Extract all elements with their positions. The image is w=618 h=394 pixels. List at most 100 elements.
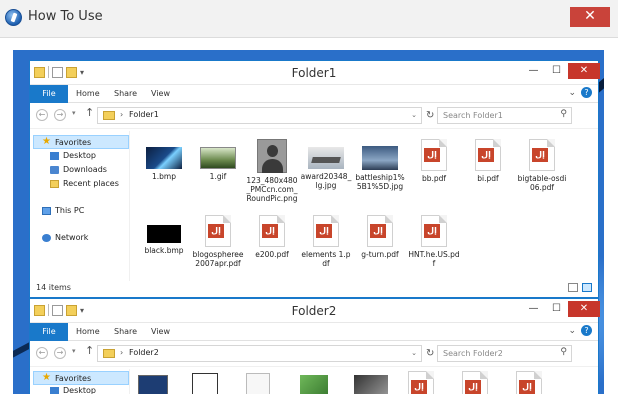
refresh-icon[interactable]: ↻: [426, 348, 434, 359]
help-icon[interactable]: ?: [581, 325, 592, 336]
file-name: g-turn.pdf: [361, 250, 399, 259]
tab-view[interactable]: View: [151, 89, 170, 98]
nav-favorites[interactable]: ★ Favorites: [33, 135, 129, 149]
desktop-icon: [50, 151, 59, 160]
image-thumbnail[interactable]: [192, 373, 218, 394]
file-item[interactable]: إل elements 1.pdf: [300, 215, 352, 268]
nav-label: This PC: [55, 206, 85, 215]
pdf-icon[interactable]: إل: [462, 371, 488, 394]
image-thumbnail[interactable]: [354, 375, 388, 394]
close-button[interactable]: ✕: [570, 7, 610, 27]
search-icon[interactable]: ⚲: [560, 109, 567, 119]
file-item[interactable]: black.bmp: [138, 215, 190, 255]
image-thumbnail[interactable]: [300, 375, 328, 394]
document-icon[interactable]: [246, 373, 270, 394]
up-button[interactable]: ↑: [85, 344, 94, 357]
refresh-icon[interactable]: ↻: [426, 110, 434, 121]
address-box[interactable]: › Folder1 ⌄: [97, 107, 422, 124]
large-icons-view-icon[interactable]: [582, 283, 592, 292]
status-bar: 14 items: [30, 279, 598, 297]
file-item[interactable]: 123_480x480_PMCcn.com_RoundPic.png: [246, 139, 298, 203]
address-box[interactable]: › Folder2 ⌄: [97, 345, 422, 362]
minimize-button[interactable]: —: [522, 301, 545, 317]
file-name: e200.pdf: [255, 250, 289, 259]
pdf-badge: إل: [532, 148, 548, 162]
file-name: HNT.he.US.pdf: [408, 250, 460, 268]
nav-recent-places[interactable]: Recent places: [50, 179, 119, 188]
file-name: black.bmp: [144, 246, 184, 255]
search-input[interactable]: Search Folder1 ⚲: [437, 107, 572, 124]
nav-favorites[interactable]: ★ Favorites: [33, 371, 129, 385]
nav-label: Desktop: [63, 151, 96, 160]
file-item[interactable]: إل e200.pdf: [246, 215, 298, 259]
search-input[interactable]: Search Folder2 ⚲: [437, 345, 572, 362]
tab-view[interactable]: View: [151, 327, 170, 336]
breadcrumb[interactable]: Folder2: [129, 348, 159, 357]
chevron-down-icon[interactable]: ⌄: [411, 349, 417, 357]
file-name: 1.gif: [209, 172, 227, 181]
pdf-badge: إل: [424, 224, 440, 238]
tab-file[interactable]: File: [30, 323, 68, 341]
ribbon: File Home Share View ⌄ ?: [30, 323, 598, 341]
tab-home[interactable]: Home: [76, 327, 100, 336]
minimize-button[interactable]: —: [522, 63, 545, 79]
file-item[interactable]: إل g-turn.pdf: [354, 215, 406, 259]
help-icon[interactable]: ?: [581, 87, 592, 98]
search-placeholder: Search Folder1: [443, 111, 503, 120]
outer-title-bar: How To Use ✕: [0, 0, 618, 38]
file-item[interactable]: 1.bmp: [138, 139, 190, 181]
tab-home[interactable]: Home: [76, 89, 100, 98]
explorer-window-folder1: ▾ Folder1 — ☐ ✕ File Home Share View ⌄ ?…: [29, 60, 600, 298]
chevron-down-icon[interactable]: ⌄: [411, 111, 417, 119]
maximize-button[interactable]: ☐: [545, 301, 568, 317]
tab-share[interactable]: Share: [114, 327, 137, 336]
file-item[interactable]: إل HNT.he.US.pdf: [408, 215, 460, 268]
tab-share[interactable]: Share: [114, 89, 137, 98]
expand-ribbon-icon[interactable]: ⌄: [568, 326, 576, 336]
details-view-icon[interactable]: [568, 283, 578, 292]
forward-button[interactable]: →: [54, 347, 66, 359]
nav-desktop[interactable]: Desktop: [50, 386, 96, 394]
close-window-button[interactable]: ✕: [568, 301, 600, 317]
file-name: battleship1%5B1%5D.jpg: [355, 173, 405, 191]
pdf-icon[interactable]: إل: [516, 371, 542, 394]
nav-network[interactable]: Network: [42, 233, 88, 242]
recent-locations-icon[interactable]: ▾: [72, 109, 76, 117]
window-title: How To Use: [28, 9, 103, 24]
expand-ribbon-icon[interactable]: ⌄: [568, 88, 576, 98]
back-button[interactable]: ←: [36, 109, 48, 121]
maximize-button[interactable]: ☐: [545, 63, 568, 79]
pdf-icon: إل: [529, 139, 555, 171]
network-icon: [42, 233, 51, 242]
file-item[interactable]: إل blogospheree2007apr.pdf: [192, 215, 244, 268]
file-name: award20348_lg.jpg: [300, 172, 352, 190]
nav-label: Desktop: [63, 386, 96, 394]
nav-downloads[interactable]: Downloads: [50, 165, 107, 174]
recent-locations-icon[interactable]: ▾: [72, 347, 76, 355]
nav-this-pc[interactable]: This PC: [42, 206, 84, 215]
file-item[interactable]: award20348_lg.jpg: [300, 139, 352, 190]
up-button[interactable]: ↑: [85, 106, 94, 119]
file-item[interactable]: battleship1%5B1%5D.jpg: [354, 139, 406, 191]
search-icon[interactable]: ⚲: [560, 347, 567, 357]
breadcrumb-arrow-icon[interactable]: ›: [120, 110, 123, 119]
back-button[interactable]: ←: [36, 347, 48, 359]
breadcrumb-arrow-icon[interactable]: ›: [120, 348, 123, 357]
forward-button[interactable]: →: [54, 109, 66, 121]
file-item[interactable]: 1.gif: [192, 139, 244, 181]
image-thumbnail[interactable]: [138, 375, 168, 394]
file-name: bigtable-osdi06.pdf: [517, 174, 567, 192]
breadcrumb[interactable]: Folder1: [129, 110, 159, 119]
close-window-button[interactable]: ✕: [568, 63, 600, 79]
tab-file[interactable]: File: [30, 85, 68, 103]
file-item[interactable]: إل bigtable-osdi06.pdf: [516, 139, 568, 192]
image-thumbnail: [362, 146, 398, 170]
window-controls: — ☐ ✕: [522, 63, 600, 79]
recent-places-icon: [50, 179, 59, 188]
file-item[interactable]: إل bi.pdf: [462, 139, 514, 183]
explorer-window-folder2: ▾ Folder2 — ☐ ✕ File Home Share View ⌄ ?…: [29, 298, 600, 394]
pdf-icon[interactable]: إل: [408, 371, 434, 394]
file-item[interactable]: إل bb.pdf: [408, 139, 460, 183]
pdf-badge: إل: [519, 380, 535, 394]
nav-desktop[interactable]: Desktop: [50, 151, 96, 160]
